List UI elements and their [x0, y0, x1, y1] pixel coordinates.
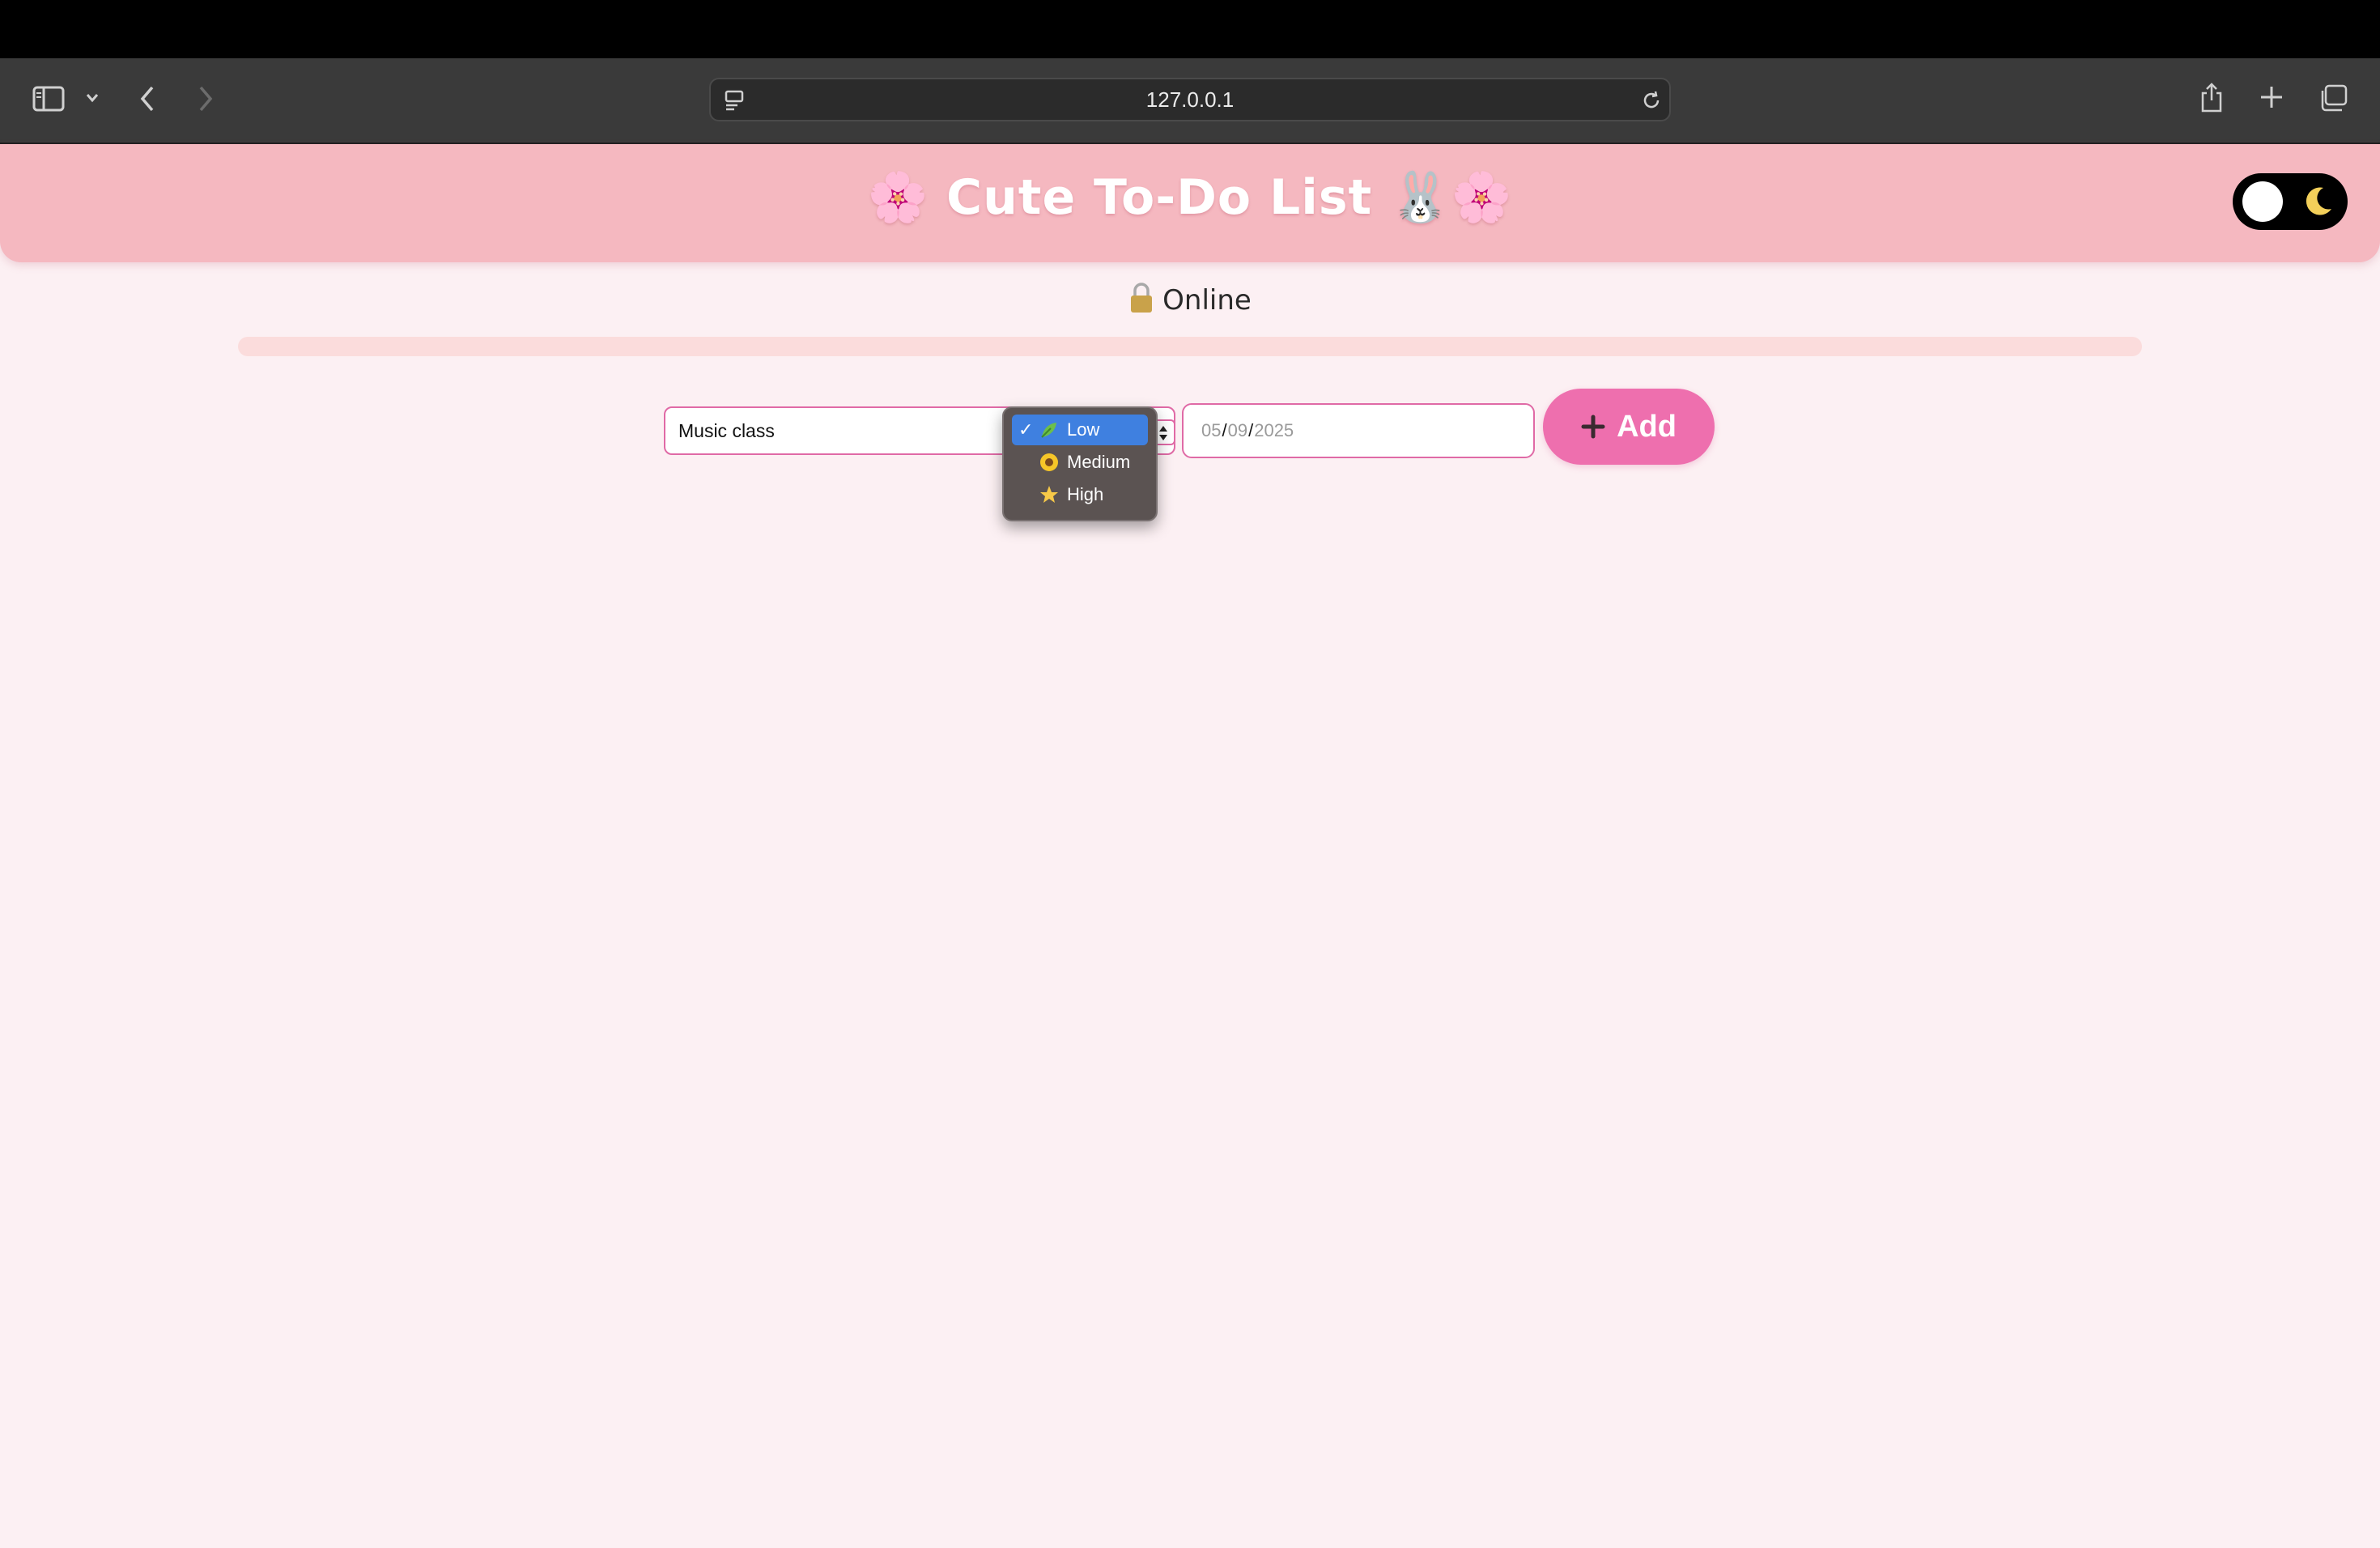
lock-icon	[1131, 283, 1153, 313]
option-label: Low	[1067, 419, 1100, 440]
sunflower-icon	[1039, 453, 1059, 472]
reload-icon[interactable]	[1640, 89, 1663, 112]
date-text: 05/09/2025	[1201, 420, 1294, 441]
connection-status: Online	[0, 282, 2380, 317]
option-label: Medium	[1067, 452, 1131, 472]
chevron-down-icon[interactable]	[84, 92, 100, 104]
date-year[interactable]: 2025	[1254, 420, 1294, 441]
page-title: 🌸 Cute To-Do List 🐰🌸	[867, 169, 1513, 226]
page-header: 🌸 Cute To-Do List 🐰🌸	[0, 144, 2380, 262]
star-icon	[1039, 485, 1059, 504]
tab-overview-icon[interactable]	[2318, 84, 2348, 112]
select-arrows-icon	[1159, 426, 1167, 440]
os-menu-strip	[0, 0, 2380, 58]
leaf-icon	[1039, 420, 1059, 440]
due-date-input[interactable]: 05/09/2025	[1182, 403, 1535, 458]
browser-toolbar: 127.0.0.1	[0, 58, 2380, 144]
checkmark-icon: ✓	[1018, 419, 1034, 440]
toggle-knob	[2242, 181, 2283, 222]
moon-icon	[2306, 187, 2331, 215]
priority-option-medium[interactable]: Medium	[1012, 447, 1148, 478]
priority-dropdown-menu: ✓ Low Medium High	[1002, 406, 1158, 521]
add-button[interactable]: Add	[1543, 389, 1715, 465]
progress-bar	[238, 337, 2142, 356]
plus-icon	[1581, 415, 1605, 439]
share-icon[interactable]	[2199, 81, 2225, 113]
address-bar[interactable]: 127.0.0.1	[709, 78, 1671, 121]
url-text: 127.0.0.1	[1145, 87, 1235, 112]
priority-option-low[interactable]: ✓ Low	[1012, 415, 1148, 445]
option-label: High	[1067, 484, 1104, 504]
priority-option-high[interactable]: High	[1012, 479, 1148, 510]
new-tab-icon[interactable]	[2259, 84, 2284, 110]
date-month[interactable]: 05	[1201, 420, 1221, 441]
back-icon[interactable]	[138, 84, 157, 113]
sidebar-toggle-icon[interactable]	[32, 86, 65, 112]
date-day[interactable]: 09	[1228, 420, 1247, 441]
theme-toggle[interactable]	[2233, 173, 2348, 230]
add-button-label: Add	[1617, 409, 1677, 444]
forward-icon[interactable]	[196, 84, 215, 113]
status-text: Online	[1162, 284, 1252, 317]
